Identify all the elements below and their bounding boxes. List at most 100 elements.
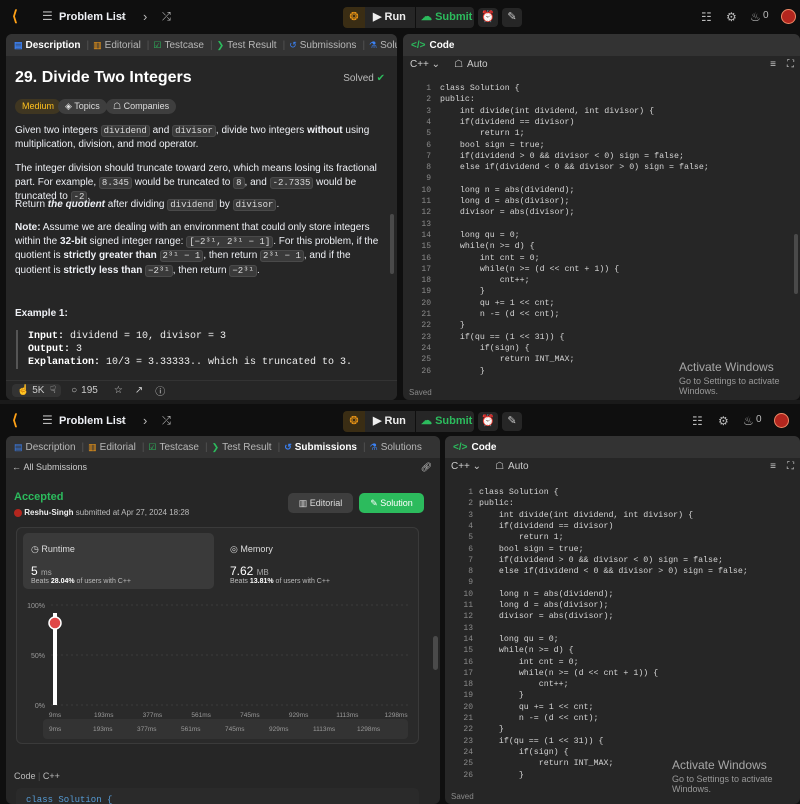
code-line[interactable]: if(sign) { xyxy=(479,748,569,757)
code-line[interactable]: } xyxy=(440,321,465,330)
code-line[interactable]: long n = abs(dividend); xyxy=(440,186,575,195)
tab-description[interactable]: ▤ Description xyxy=(14,40,81,51)
code-line[interactable]: int divide(int dividend, int divisor) { xyxy=(440,107,654,116)
code-line[interactable]: else if(dividend < 0 && divisor > 0) sig… xyxy=(440,163,709,172)
code-line[interactable]: n -= (d << cnt); xyxy=(440,310,560,319)
code-line[interactable]: long d = abs(divisor); xyxy=(440,197,570,206)
code-line[interactable]: class Solution { xyxy=(440,84,520,93)
problem-list-icon[interactable]: ☰ xyxy=(42,414,54,426)
code-line[interactable]: return 1; xyxy=(479,533,564,542)
avatar[interactable] xyxy=(774,413,789,428)
description-scrollbar[interactable] xyxy=(390,214,394,274)
submit-button[interactable]: ☁ Submit xyxy=(416,7,474,28)
avatar[interactable] xyxy=(781,9,796,24)
debug-icon[interactable]: ❂ xyxy=(343,411,365,432)
code-line[interactable]: } xyxy=(440,287,485,296)
code-line[interactable]: } xyxy=(479,691,524,700)
code-line[interactable]: } xyxy=(440,367,485,376)
submitter-name[interactable]: Reshu-Singh xyxy=(24,508,73,517)
code-line[interactable]: int cnt = 0; xyxy=(479,658,579,667)
code-line[interactable]: long n = abs(dividend); xyxy=(479,590,614,599)
run-button[interactable]: ▶ Run xyxy=(365,411,415,432)
problem-list-icon[interactable]: ☰ xyxy=(42,10,54,22)
star-icon[interactable]: ☆ xyxy=(114,385,123,396)
code-line[interactable]: cnt++; xyxy=(440,276,530,285)
code-line[interactable]: public: xyxy=(479,499,514,508)
thumbs-up-icon[interactable]: ☝ xyxy=(17,385,29,396)
code-line[interactable]: bool sign = true; xyxy=(440,141,545,150)
code-line[interactable]: return 1; xyxy=(440,129,525,138)
shuffle-icon[interactable]: ⤮ xyxy=(162,415,171,428)
topics-chip[interactable]: ◈ Topics xyxy=(58,99,107,114)
auto-label[interactable]: Auto xyxy=(467,59,488,70)
problem-list-link[interactable]: Problem List xyxy=(59,11,126,23)
code-line[interactable]: n -= (d << cnt); xyxy=(479,714,599,723)
format-icon[interactable]: ≡ xyxy=(770,461,776,472)
fullscreen-icon[interactable]: ⛶ xyxy=(787,59,794,70)
code-line[interactable]: class Solution { xyxy=(479,488,559,497)
language-select[interactable]: C++ ⌄ xyxy=(451,461,481,472)
code-line[interactable]: while(n >= (d << cnt + 1)) { xyxy=(479,669,658,678)
help-icon[interactable]: ⓘ xyxy=(155,383,165,398)
code-line[interactable]: if(dividend > 0 && divisor < 0) sign = f… xyxy=(479,556,723,565)
comment-icon[interactable]: ○ xyxy=(71,385,77,396)
streak-fire-icon[interactable]: ♨ xyxy=(743,414,754,428)
code-line[interactable]: qu += 1 << cnt; xyxy=(479,703,594,712)
code-line[interactable]: divisor = abs(divisor); xyxy=(440,208,575,217)
auto-label[interactable]: Auto xyxy=(508,461,529,472)
code-line[interactable]: long d = abs(divisor); xyxy=(479,601,609,610)
code-line[interactable]: qu += 1 << cnt; xyxy=(440,299,555,308)
settings-gear-icon[interactable]: ⚙ xyxy=(718,414,729,428)
run-button[interactable]: ▶ Run xyxy=(365,7,415,28)
code-line[interactable]: while(n >= d) { xyxy=(440,242,535,251)
code-tab[interactable]: </> Code xyxy=(403,34,800,56)
editorial-button[interactable]: ▥ Editorial xyxy=(288,493,353,513)
tab-solutions[interactable]: ⚗Solutions xyxy=(369,40,397,51)
code-scrollbar[interactable] xyxy=(794,234,798,294)
notes-icon[interactable]: ✎ xyxy=(502,8,522,27)
timer-icon[interactable]: ⏰ xyxy=(478,412,498,431)
code-line[interactable]: } xyxy=(479,771,524,780)
code-line[interactable]: bool sign = true; xyxy=(479,545,584,554)
tab-submissions[interactable]: ↺ Submissions xyxy=(289,40,356,51)
code-line[interactable]: if(dividend > 0 && divisor < 0) sign = f… xyxy=(440,152,684,161)
submit-button[interactable]: ☁ Submit xyxy=(416,411,474,432)
submission-scrollbar[interactable] xyxy=(433,636,438,670)
code-editor[interactable]: C++ ⌄ ☖ Auto ≡ ⛶ 1 class Solution {2 publi… xyxy=(445,458,800,790)
layout-icon[interactable]: ☷ xyxy=(692,414,703,428)
thumbs-down-icon[interactable]: ☟ xyxy=(50,385,56,396)
format-icon[interactable]: ≡ xyxy=(770,59,776,70)
code-tab[interactable]: </> Code xyxy=(445,436,800,458)
code-line[interactable]: public: xyxy=(440,95,475,104)
code-line[interactable]: divisor = abs(divisor); xyxy=(479,612,614,621)
prev-problem-icon[interactable]: ‹ xyxy=(121,413,125,428)
settings-gear-icon[interactable]: ⚙ xyxy=(726,10,737,24)
fullscreen-icon[interactable]: ⛶ xyxy=(787,461,794,472)
notes-icon[interactable]: ✎ xyxy=(502,412,522,431)
next-problem-icon[interactable]: › xyxy=(143,9,147,24)
code-line[interactable]: if(qu == (1 << 31)) { xyxy=(440,333,565,342)
code-line[interactable]: while(n >= d) { xyxy=(479,646,574,655)
code-line[interactable]: if(dividend == divisor) xyxy=(440,118,575,127)
code-line[interactable]: return INT_MAX; xyxy=(440,355,575,364)
code-line[interactable]: else if(dividend < 0 && divisor > 0) sig… xyxy=(479,567,748,576)
range-scrubber[interactable]: 9ms 193ms 377ms 561ms 745ms 929ms 1113ms 1298ms xyxy=(43,719,408,739)
code-line[interactable]: return INT_MAX; xyxy=(479,759,614,768)
code-line[interactable]: long qu = 0; xyxy=(440,231,520,240)
prev-problem-icon[interactable]: ‹ xyxy=(121,9,125,24)
problem-title[interactable]: 29. Divide Two Integers xyxy=(15,69,192,87)
tab-test-result[interactable]: ❯ Test Result xyxy=(217,40,277,51)
timer-icon[interactable]: ⏰ xyxy=(478,8,498,27)
code-line[interactable]: if(dividend == divisor) xyxy=(479,522,614,531)
layout-icon[interactable]: ☷ xyxy=(701,10,712,24)
solution-button[interactable]: ✎ Solution xyxy=(359,493,424,513)
debug-icon[interactable]: ❂ xyxy=(343,7,365,28)
code-line[interactable]: while(n >= (d << cnt + 1)) { xyxy=(440,265,619,274)
code-line[interactable]: cnt++; xyxy=(479,680,569,689)
leetcode-logo-icon[interactable]: ⟨ xyxy=(12,413,28,429)
code-editor[interactable]: C++ ⌄ ☖ Auto ≡ ⛶ 1 class Solution {2 publi… xyxy=(403,56,800,386)
streak-fire-icon[interactable]: ♨ xyxy=(750,10,761,24)
difficulty-chip[interactable]: Medium xyxy=(15,99,62,114)
your-submission-marker[interactable] xyxy=(48,616,62,630)
code-line[interactable]: int divide(int dividend, int divisor) { xyxy=(479,511,693,520)
